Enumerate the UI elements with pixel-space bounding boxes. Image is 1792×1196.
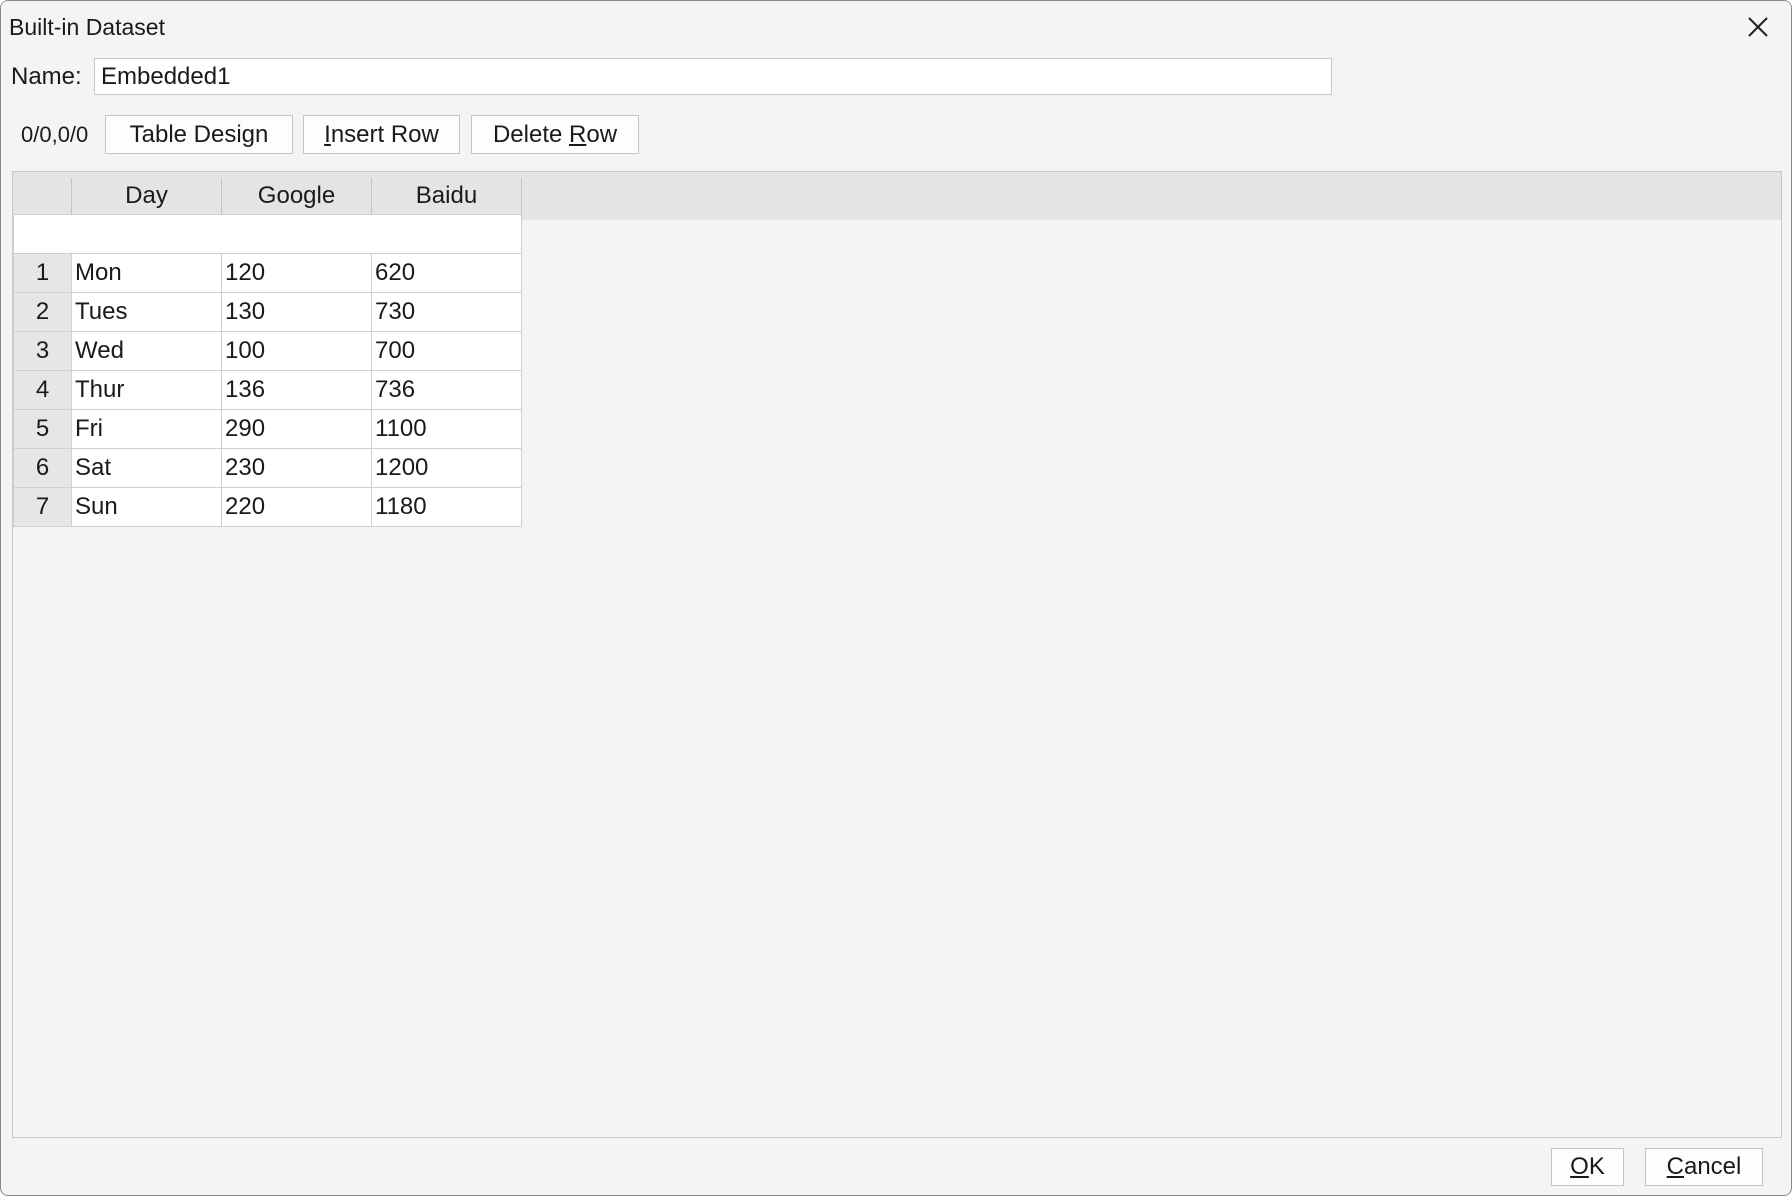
cancel-label: Cancel xyxy=(1666,1153,1742,1180)
cancel-button[interactable]: Cancel xyxy=(1645,1148,1763,1186)
table-cell[interactable]: 1200 xyxy=(371,448,522,488)
column-header-day[interactable]: Day xyxy=(71,178,222,215)
window-title: Built-in Dataset xyxy=(9,14,165,40)
column-header-baidu[interactable]: Baidu xyxy=(371,178,522,215)
dialog-window: Built-in Dataset Name: 0/0,0/0 Table Des… xyxy=(0,0,1792,1196)
table-cell[interactable]: Fri xyxy=(71,409,222,449)
data-table: Day Google Baidu 1 Mon 120 620 2 Tues 13… xyxy=(13,178,522,527)
corner-header-cell[interactable] xyxy=(13,178,72,215)
table-cell[interactable]: 230 xyxy=(221,448,372,488)
table-cell[interactable]: 620 xyxy=(371,253,522,293)
delete-row-label: Delete Row xyxy=(492,120,618,148)
table-cell[interactable]: 130 xyxy=(221,292,372,332)
table-row: 4 Thur 136 736 xyxy=(13,370,522,410)
table-cell[interactable]: Tues xyxy=(71,292,222,332)
table-cell[interactable]: Thur xyxy=(71,370,222,410)
ok-label: OK xyxy=(1570,1153,1605,1180)
table-row: 2 Tues 130 730 xyxy=(13,292,522,332)
table-cell[interactable]: 736 xyxy=(371,370,522,410)
table-design-button[interactable]: Table Design xyxy=(105,115,293,154)
table-cell[interactable]: 1100 xyxy=(371,409,522,449)
data-grid[interactable]: Day Google Baidu 1 Mon 120 620 2 Tues 13… xyxy=(12,171,1782,1138)
table-cell[interactable]: Sat xyxy=(71,448,222,488)
table-cell[interactable]: 220 xyxy=(221,487,372,527)
title-bar: Built-in Dataset xyxy=(1,1,1791,53)
row-number[interactable]: 6 xyxy=(13,448,72,488)
table-cell[interactable]: 700 xyxy=(371,331,522,371)
insert-row-button[interactable]: Insert Row xyxy=(303,115,460,154)
table-cell[interactable]: 290 xyxy=(221,409,372,449)
table-row: 7 Sun 220 1180 xyxy=(13,487,522,527)
row-number[interactable]: 5 xyxy=(13,409,72,449)
table-row: 5 Fri 290 1100 xyxy=(13,409,522,449)
row-number[interactable]: 1 xyxy=(13,253,72,293)
table-cell[interactable]: Mon xyxy=(71,253,222,293)
table-cell[interactable]: 1180 xyxy=(371,487,522,527)
name-input[interactable] xyxy=(94,58,1332,95)
table-cell[interactable]: 730 xyxy=(371,292,522,332)
table-design-label: Table Design xyxy=(129,120,269,148)
table-cell[interactable]: 100 xyxy=(221,331,372,371)
table-row: 6 Sat 230 1200 xyxy=(13,448,522,488)
table-header-row: Day Google Baidu xyxy=(13,178,522,215)
row-number[interactable]: 7 xyxy=(13,487,72,527)
row-number[interactable]: 2 xyxy=(13,292,72,332)
table-cell[interactable]: Wed xyxy=(71,331,222,371)
table-row: 1 Mon 120 620 xyxy=(13,253,522,293)
table-cell[interactable]: Sun xyxy=(71,487,222,527)
table-cell[interactable]: 120 xyxy=(221,253,372,293)
column-header-google[interactable]: Google xyxy=(221,178,372,215)
close-button[interactable] xyxy=(1725,1,1791,53)
ok-button[interactable]: OK xyxy=(1551,1148,1624,1186)
delete-row-button[interactable]: Delete Row xyxy=(471,115,639,154)
name-label: Name: xyxy=(11,63,82,90)
cell-coordinate-indicator: 0/0,0/0 xyxy=(21,122,89,147)
table-cell[interactable]: 136 xyxy=(221,370,372,410)
row-number[interactable]: 3 xyxy=(13,331,72,371)
table-row: 3 Wed 100 700 xyxy=(13,331,522,371)
insert-row-label: Insert Row xyxy=(324,120,439,148)
close-icon xyxy=(1748,17,1768,37)
row-number[interactable]: 4 xyxy=(13,370,72,410)
